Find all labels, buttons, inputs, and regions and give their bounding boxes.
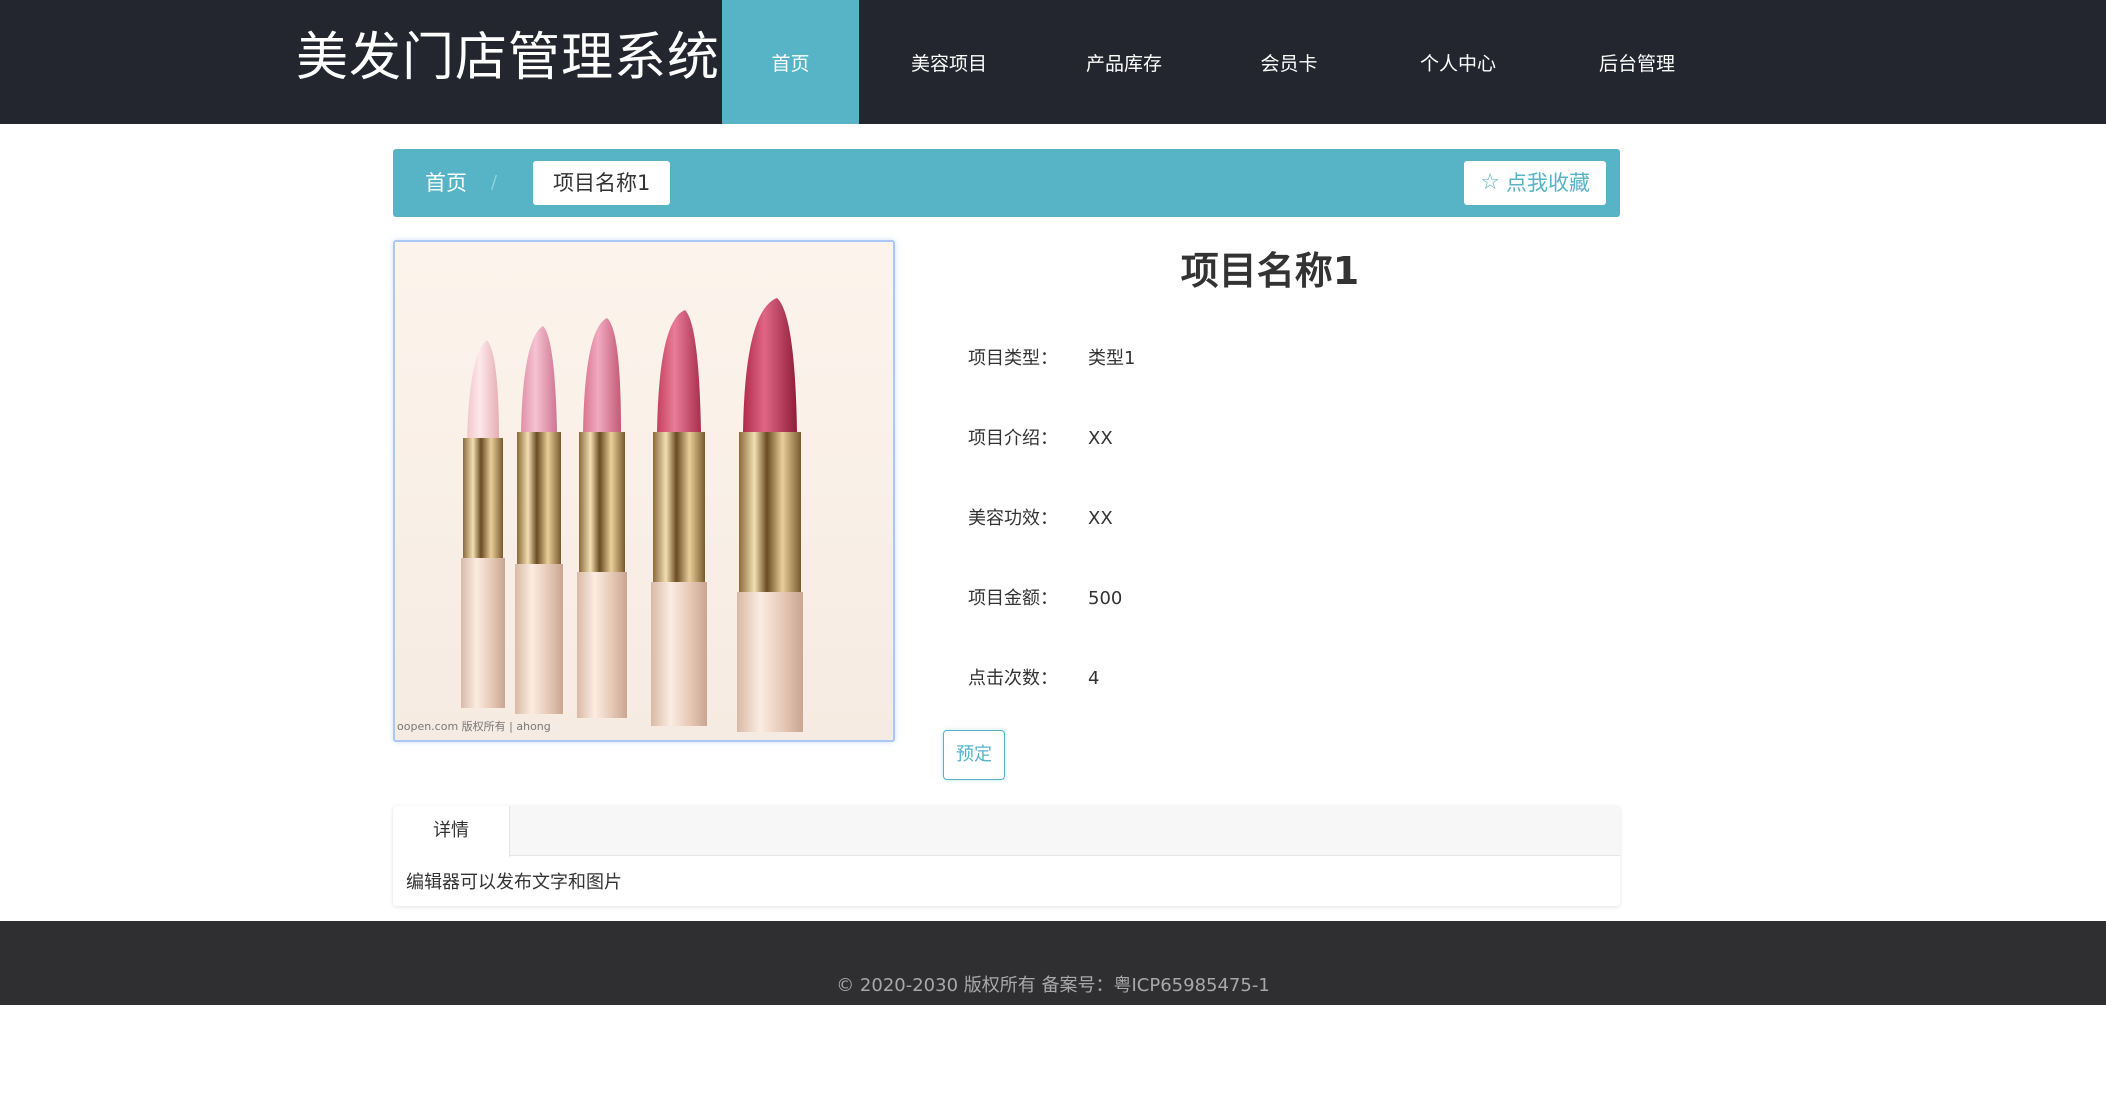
detail-tabs: 详情 编辑器可以发布文字和图片 bbox=[393, 806, 1620, 906]
nav-item-home[interactable]: 首页 bbox=[722, 0, 859, 124]
star-outline-icon: ☆ bbox=[1480, 170, 1500, 195]
field-value: XX bbox=[1088, 428, 1113, 449]
field-label: 项目类型： bbox=[968, 348, 1058, 369]
tab-details[interactable]: 详情 bbox=[393, 806, 510, 857]
product-title: 项目名称1 bbox=[1180, 249, 1360, 293]
favorite-button-label: 点我收藏 bbox=[1506, 171, 1590, 195]
breadcrumb-separator: / bbox=[491, 172, 498, 193]
image-watermark: oopen.com 版权所有 | ahong bbox=[397, 720, 551, 733]
nav-item-member-card[interactable]: 会员卡 bbox=[1209, 0, 1369, 124]
product-image: oopen.com 版权所有 | ahong bbox=[393, 240, 895, 742]
top-header: 美发门店管理系统 首页 美容项目 产品库存 会员卡 个人中心 后台管理 bbox=[0, 0, 2106, 124]
field-value: 4 bbox=[1088, 668, 1100, 689]
nav-item-personal-center[interactable]: 个人中心 bbox=[1369, 0, 1547, 124]
field-beauty-effect: 美容功效： XX bbox=[968, 504, 1113, 534]
field-project-intro: 项目介绍： XX bbox=[968, 424, 1113, 454]
field-value: 类型1 bbox=[1088, 348, 1136, 369]
field-label: 点击次数： bbox=[968, 668, 1058, 689]
favorite-button[interactable]: ☆ 点我收藏 bbox=[1464, 161, 1606, 205]
footer-copyright: © 2020-2030 版权所有 备案号：粤ICP65985475-1 bbox=[836, 975, 1270, 996]
field-label: 项目介绍： bbox=[968, 428, 1058, 449]
field-value: XX bbox=[1088, 508, 1113, 529]
breadcrumb-current: 项目名称1 bbox=[533, 161, 671, 205]
tab-header: 详情 bbox=[393, 806, 1620, 857]
main-nav: 首页 美容项目 产品库存 会员卡 个人中心 后台管理 bbox=[722, 0, 1727, 124]
nav-item-product-stock[interactable]: 产品库存 bbox=[1039, 0, 1209, 124]
book-button[interactable]: 预定 bbox=[943, 730, 1005, 780]
field-label: 项目金额： bbox=[968, 588, 1058, 609]
nav-item-admin[interactable]: 后台管理 bbox=[1547, 0, 1727, 124]
breadcrumb-home-link[interactable]: 首页 bbox=[425, 149, 467, 217]
field-label: 美容功效： bbox=[968, 508, 1058, 529]
field-project-price: 项目金额： 500 bbox=[968, 584, 1122, 614]
tab-content: 编辑器可以发布文字和图片 bbox=[406, 872, 622, 893]
field-click-count: 点击次数： 4 bbox=[968, 664, 1099, 694]
site-logo[interactable]: 美发门店管理系统 bbox=[296, 24, 720, 92]
field-value: 500 bbox=[1088, 588, 1123, 609]
field-project-type: 项目类型： 类型1 bbox=[968, 344, 1135, 374]
lipstick-illustration bbox=[395, 242, 893, 740]
page-footer: © 2020-2030 版权所有 备案号：粤ICP65985475-1 bbox=[0, 921, 2106, 1005]
breadcrumb: 首页 / 项目名称1 ☆ 点我收藏 bbox=[393, 149, 1620, 217]
nav-item-beauty-projects[interactable]: 美容项目 bbox=[859, 0, 1039, 124]
